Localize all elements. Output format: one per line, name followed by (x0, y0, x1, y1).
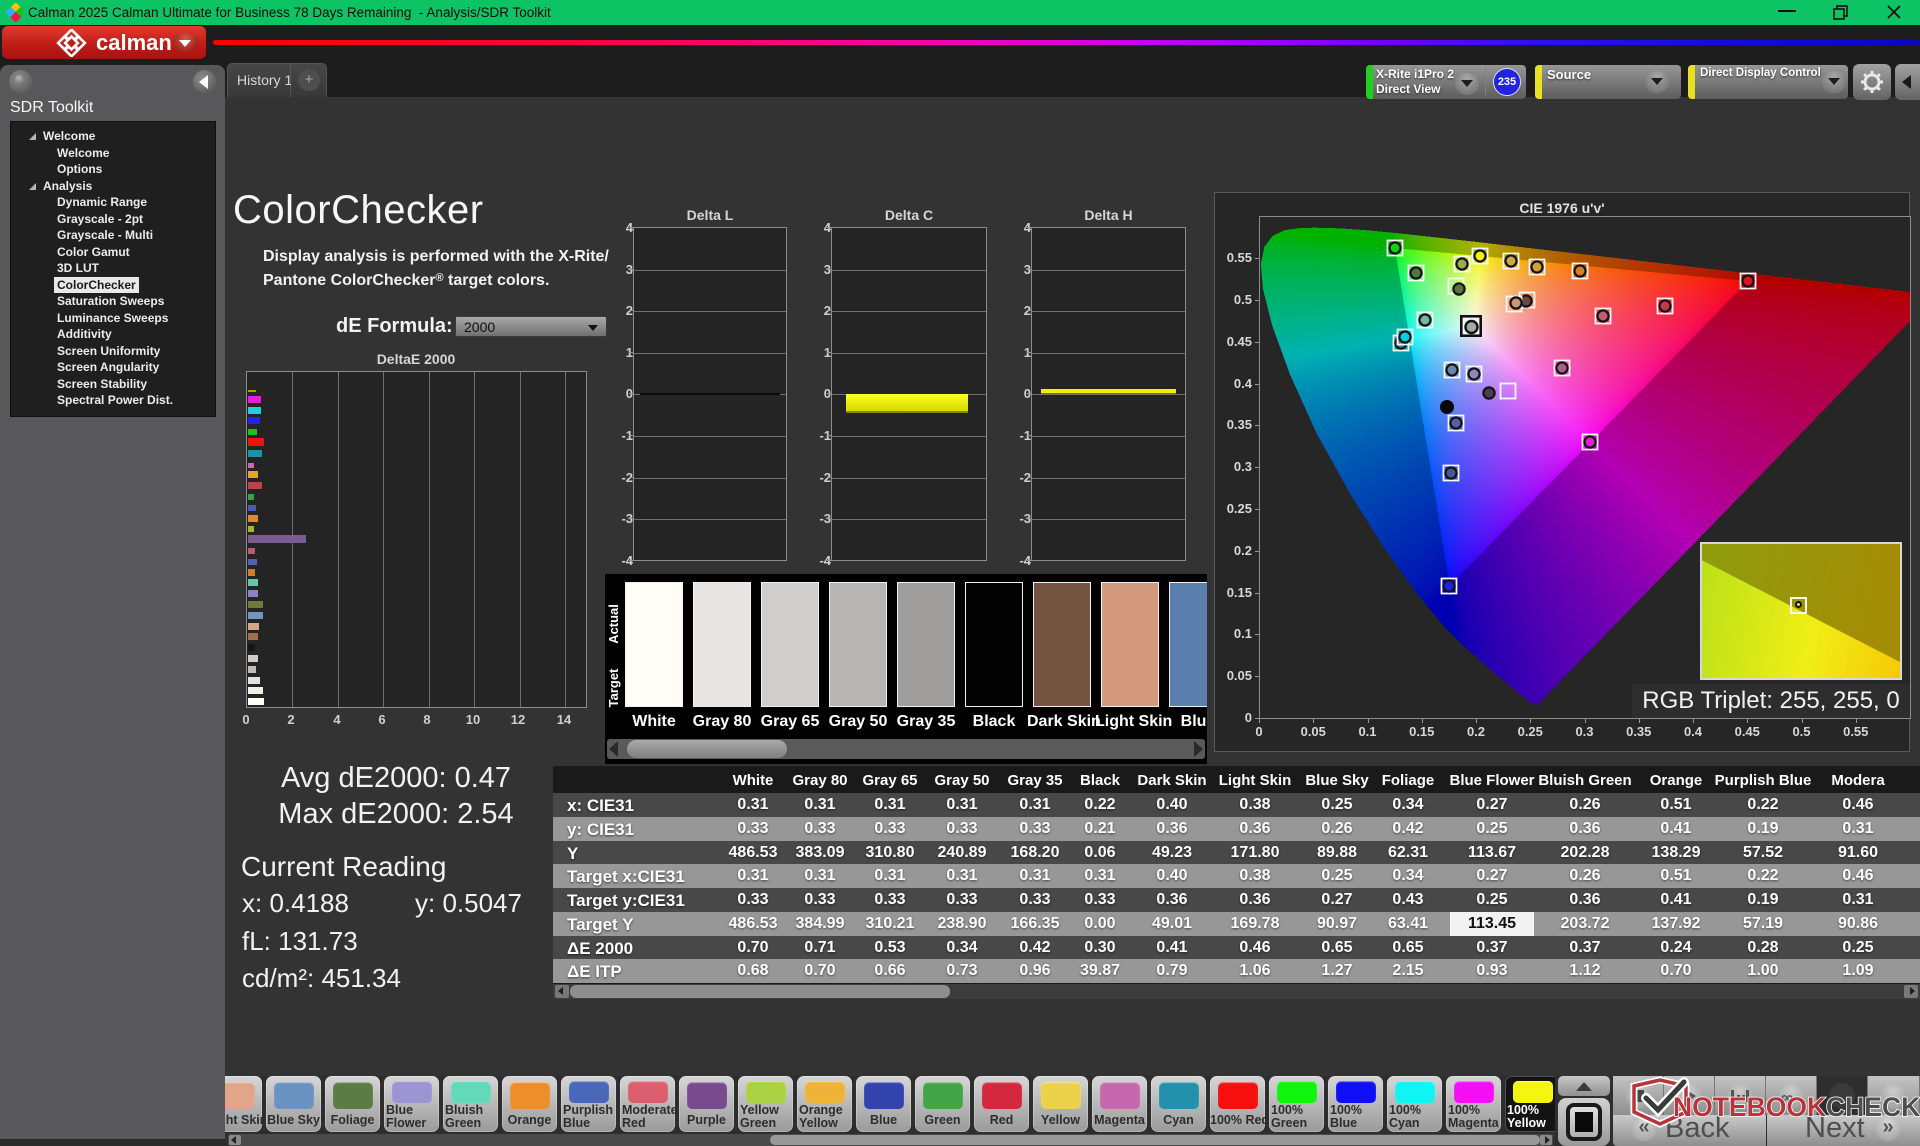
svg-text:CHECK: CHECK (1826, 1092, 1920, 1122)
svg-text:NOTEBOOK: NOTEBOOK (1673, 1092, 1826, 1122)
